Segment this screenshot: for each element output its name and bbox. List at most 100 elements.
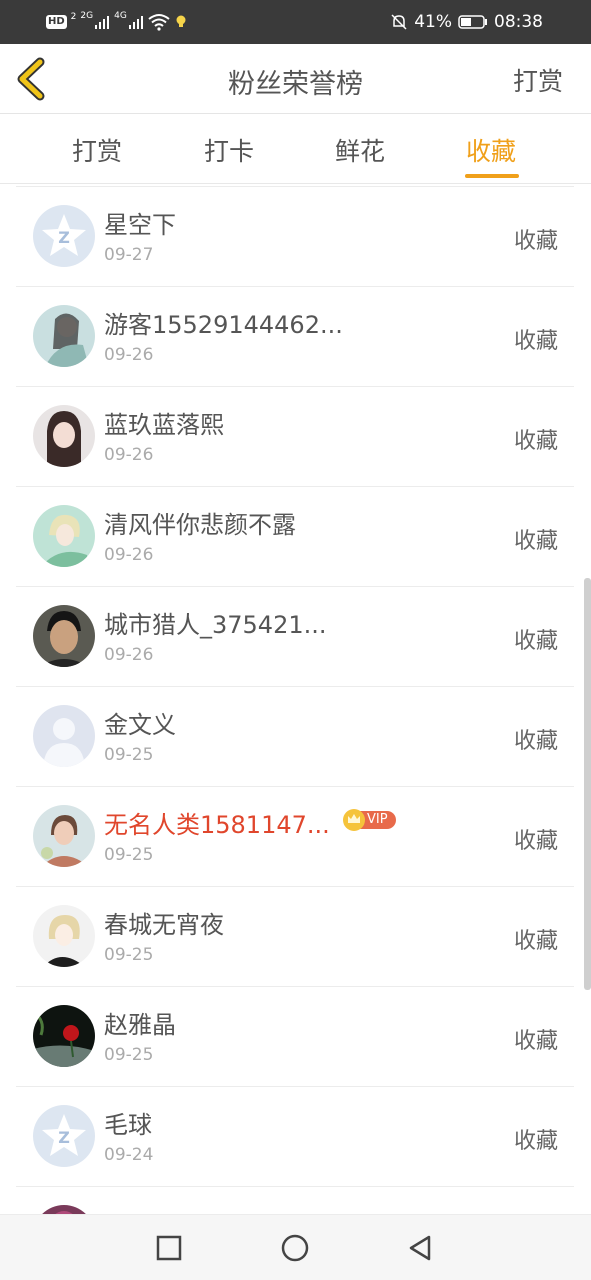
fan-action: 收藏 [513, 329, 558, 354]
active-tab-indicator [465, 174, 519, 178]
net-4g-label: 4G [114, 11, 127, 21]
fan-name: 春城无宵夜 [104, 911, 224, 939]
fan-action: 收藏 [513, 1029, 558, 1054]
bell-muted-icon [391, 14, 407, 30]
fan-date: 09-25 [104, 945, 154, 965]
fan-name: 赵雅晶 [104, 1011, 176, 1039]
triangle-back-icon [409, 1235, 431, 1261]
svg-text:Z: Z [58, 228, 70, 247]
avatar [33, 505, 95, 567]
photo-avatar-icon [33, 505, 95, 567]
default-q-avatar-icon: Z [33, 205, 95, 267]
signal-icon [95, 16, 110, 29]
fan-name: 金文义 [104, 711, 176, 739]
fan-action: 收藏 [513, 429, 558, 454]
list-item[interactable]: 春城无宵夜 09-25 收藏 [16, 887, 574, 987]
fan-action: 收藏 [513, 929, 558, 954]
list-item[interactable]: Z 毛球 09-24 收藏 [16, 1087, 574, 1187]
fan-date: 09-25 [104, 845, 154, 865]
clock: 08:38 [494, 12, 543, 32]
fan-date: 09-26 [104, 445, 154, 465]
fan-name: 游客15529144462... [104, 311, 343, 339]
fan-date: 09-26 [104, 545, 154, 565]
fan-action: 收藏 [513, 1129, 558, 1154]
app-header: 粉丝荣誉榜 打赏 [0, 44, 591, 114]
list-item[interactable]: 赵雅晶 09-25 收藏 [16, 987, 574, 1087]
photo-avatar-icon [33, 605, 95, 667]
list-item[interactable]: 清风伴你悲颜不露 09-26 收藏 [16, 487, 574, 587]
fan-date: 09-25 [104, 1045, 154, 1065]
avatar [33, 605, 95, 667]
photo-avatar-icon [33, 405, 95, 467]
fan-name: 毛球 [104, 1111, 152, 1139]
wifi-icon [148, 14, 170, 31]
vip-label: VIP [367, 812, 388, 827]
status-bar: HD 2 2G 4G 41% 08:38 [0, 0, 591, 44]
battery-icon [458, 15, 487, 29]
default-person-avatar-icon [33, 705, 95, 767]
avatar: Z [33, 205, 95, 267]
status-right-icons: 41% 08:38 [390, 10, 543, 34]
photo-avatar-icon [33, 1205, 95, 1214]
scrollbar[interactable] [584, 578, 591, 990]
fan-action: 收藏 [513, 729, 558, 754]
lightbulb-icon [176, 15, 186, 27]
reward-button[interactable]: 打赏 [513, 62, 563, 98]
tab-favorites[interactable]: 收藏 [466, 132, 516, 168]
fan-date: 09-25 [104, 745, 154, 765]
fan-date: 09-26 [104, 645, 154, 665]
photo-avatar-icon [33, 305, 95, 367]
fan-date: 09-26 [104, 345, 154, 365]
battery-percent: 41% [414, 12, 452, 32]
fan-action: 收藏 [513, 829, 558, 854]
photo-avatar-icon [33, 905, 95, 967]
sim-label: 2 [70, 12, 77, 22]
circle-icon [281, 1234, 309, 1262]
avatar [33, 805, 95, 867]
fan-name: 清风伴你悲颜不露 [104, 511, 296, 539]
net-2g-label: 2G [80, 11, 94, 21]
list-item[interactable]: 无名人类1581147... VIP 09-25 收藏 [16, 787, 574, 887]
fan-list[interactable]: Z 星空下 09-27 收藏 游客15529144462... 09-26 收藏… [0, 186, 591, 1214]
avatar [33, 905, 95, 967]
avatar [33, 405, 95, 467]
home-button[interactable] [280, 1233, 310, 1263]
avatar [33, 705, 95, 767]
list-item[interactable]: 城市猎人_375421... 09-26 收藏 [16, 587, 574, 687]
status-left-icons: HD 2 2G 4G [46, 10, 188, 34]
list-item[interactable]: Z 星空下 09-27 收藏 [16, 187, 574, 287]
avatar [33, 1005, 95, 1067]
recent-apps-button[interactable] [154, 1233, 184, 1263]
fan-action: 收藏 [513, 229, 558, 254]
square-icon [156, 1235, 182, 1261]
list-item[interactable]: 金文义 09-25 收藏 [16, 687, 574, 787]
vip-badge: VIP [342, 808, 398, 832]
back-nav-button[interactable] [405, 1233, 435, 1263]
fan-action: 收藏 [513, 629, 558, 654]
hd-icon: HD [46, 15, 67, 29]
tab-bar: 打赏 打卡 鲜花 收藏 [0, 114, 591, 184]
list-item[interactable] [16, 1187, 574, 1214]
avatar [33, 1205, 95, 1214]
fan-name: 无名人类1581147... [104, 811, 330, 839]
fan-date: 09-24 [104, 1145, 154, 1165]
default-q-avatar-icon: Z [33, 1105, 95, 1167]
photo-avatar-icon [33, 1005, 95, 1067]
list-item[interactable]: 游客15529144462... 09-26 收藏 [16, 287, 574, 387]
signal-icon [128, 16, 143, 29]
avatar [33, 305, 95, 367]
svg-text:Z: Z [58, 1128, 70, 1147]
system-nav-bar [0, 1214, 591, 1280]
fan-action: 收藏 [513, 529, 558, 554]
page-title: 粉丝荣誉榜 [228, 69, 363, 100]
fan-name: 星空下 [104, 211, 176, 239]
avatar: Z [33, 1105, 95, 1167]
tab-checkin[interactable]: 打卡 [204, 132, 254, 168]
tab-flowers[interactable]: 鲜花 [335, 132, 385, 168]
fan-name: 城市猎人_375421... [104, 611, 327, 639]
tab-reward[interactable]: 打赏 [72, 132, 122, 168]
list-item[interactable]: 蓝玖蓝落熙 09-26 收藏 [16, 387, 574, 487]
photo-avatar-icon [33, 805, 95, 867]
fan-date: 09-27 [104, 245, 154, 265]
fan-name: 蓝玖蓝落熙 [104, 411, 224, 439]
